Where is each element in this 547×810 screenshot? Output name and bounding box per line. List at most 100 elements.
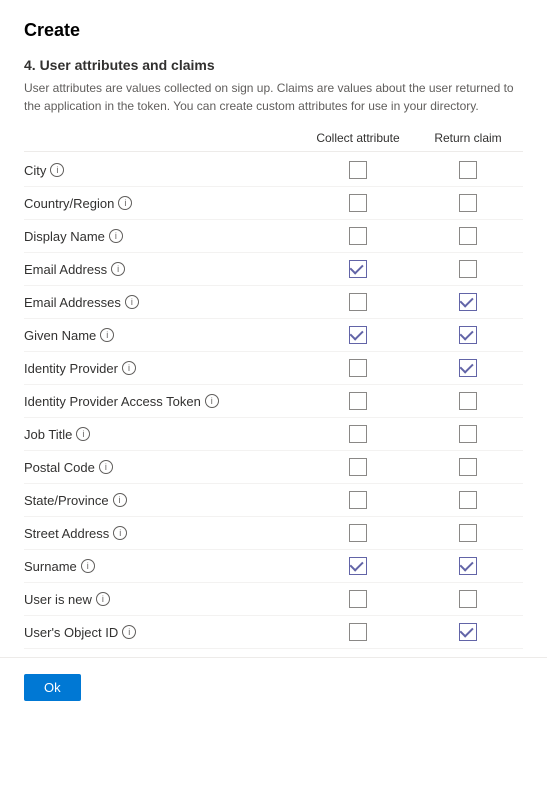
- table-row: Given Namei: [24, 319, 523, 352]
- return-checkbox-cell: [413, 590, 523, 608]
- collect-checkbox-cell: [303, 359, 413, 377]
- info-icon[interactable]: i: [50, 163, 64, 177]
- return-checkbox[interactable]: [459, 392, 477, 410]
- info-icon[interactable]: i: [81, 559, 95, 573]
- collect-checkbox-cell: [303, 590, 413, 608]
- table-row: Country/Regioni: [24, 187, 523, 220]
- collect-checkbox[interactable]: [349, 491, 367, 509]
- return-checkbox[interactable]: [459, 359, 477, 377]
- attribute-name: State/Provincei: [24, 493, 303, 508]
- info-icon[interactable]: i: [113, 526, 127, 540]
- collect-checkbox-cell: [303, 524, 413, 542]
- table-row: Job Titlei: [24, 418, 523, 451]
- return-checkbox[interactable]: [459, 458, 477, 476]
- collect-checkbox-cell: [303, 326, 413, 344]
- info-icon[interactable]: i: [125, 295, 139, 309]
- table-row: Identity Provider Access Tokeni: [24, 385, 523, 418]
- attribute-name: Surnamei: [24, 559, 303, 574]
- return-checkbox[interactable]: [459, 491, 477, 509]
- table-row: Email Addressesi: [24, 286, 523, 319]
- ok-button[interactable]: Ok: [24, 674, 81, 701]
- info-icon[interactable]: i: [122, 625, 136, 639]
- table-row: User's Object IDi: [24, 616, 523, 649]
- attribute-name: Street Addressi: [24, 526, 303, 541]
- table-row: Street Addressi: [24, 517, 523, 550]
- return-checkbox-cell: [413, 260, 523, 278]
- table-row: Postal Codei: [24, 451, 523, 484]
- section-title: 4. User attributes and claims: [24, 57, 523, 73]
- return-checkbox-cell: [413, 458, 523, 476]
- return-checkbox[interactable]: [459, 260, 477, 278]
- return-checkbox-cell: [413, 227, 523, 245]
- collect-checkbox[interactable]: [349, 326, 367, 344]
- attribute-name: User's Object IDi: [24, 625, 303, 640]
- return-checkbox-cell: [413, 623, 523, 641]
- collect-checkbox[interactable]: [349, 425, 367, 443]
- return-checkbox[interactable]: [459, 623, 477, 641]
- attribute-name: Identity Provider Access Tokeni: [24, 394, 303, 409]
- collect-checkbox[interactable]: [349, 392, 367, 410]
- return-checkbox-cell: [413, 425, 523, 443]
- return-checkbox[interactable]: [459, 227, 477, 245]
- collect-checkbox-cell: [303, 425, 413, 443]
- info-icon[interactable]: i: [122, 361, 136, 375]
- info-icon[interactable]: i: [96, 592, 110, 606]
- attribute-name: Given Namei: [24, 328, 303, 343]
- collect-checkbox[interactable]: [349, 227, 367, 245]
- collect-checkbox-cell: [303, 293, 413, 311]
- info-icon[interactable]: i: [118, 196, 132, 210]
- collect-checkbox-cell: [303, 623, 413, 641]
- return-checkbox[interactable]: [459, 524, 477, 542]
- col-header-return: Return claim: [413, 131, 523, 145]
- collect-checkbox-cell: [303, 491, 413, 509]
- return-checkbox[interactable]: [459, 293, 477, 311]
- return-checkbox-cell: [413, 293, 523, 311]
- collect-checkbox[interactable]: [349, 557, 367, 575]
- collect-checkbox[interactable]: [349, 524, 367, 542]
- col-header-collect: Collect attribute: [303, 131, 413, 145]
- return-checkbox[interactable]: [459, 161, 477, 179]
- return-checkbox[interactable]: [459, 557, 477, 575]
- attribute-name: Display Namei: [24, 229, 303, 244]
- return-checkbox-cell: [413, 194, 523, 212]
- collect-checkbox[interactable]: [349, 260, 367, 278]
- info-icon[interactable]: i: [76, 427, 90, 441]
- return-checkbox[interactable]: [459, 194, 477, 212]
- collect-checkbox[interactable]: [349, 458, 367, 476]
- info-icon[interactable]: i: [205, 394, 219, 408]
- return-checkbox-cell: [413, 524, 523, 542]
- return-checkbox[interactable]: [459, 590, 477, 608]
- table-row: Display Namei: [24, 220, 523, 253]
- attribute-name: Email Addressi: [24, 262, 303, 277]
- return-checkbox[interactable]: [459, 326, 477, 344]
- section-description: User attributes are values collected on …: [24, 79, 523, 115]
- collect-checkbox[interactable]: [349, 293, 367, 311]
- info-icon[interactable]: i: [113, 493, 127, 507]
- table-row: State/Provincei: [24, 484, 523, 517]
- collect-checkbox[interactable]: [349, 161, 367, 179]
- attribute-name: Country/Regioni: [24, 196, 303, 211]
- return-checkbox-cell: [413, 392, 523, 410]
- collect-checkbox-cell: [303, 392, 413, 410]
- collect-checkbox-cell: [303, 227, 413, 245]
- info-icon[interactable]: i: [100, 328, 114, 342]
- collect-checkbox[interactable]: [349, 194, 367, 212]
- info-icon[interactable]: i: [109, 229, 123, 243]
- info-icon[interactable]: i: [111, 262, 125, 276]
- table-row: Cityi: [24, 154, 523, 187]
- collect-checkbox[interactable]: [349, 359, 367, 377]
- collect-checkbox[interactable]: [349, 623, 367, 641]
- collect-checkbox-cell: [303, 260, 413, 278]
- attribute-name: Identity Provideri: [24, 361, 303, 376]
- return-checkbox-cell: [413, 326, 523, 344]
- collect-checkbox-cell: [303, 161, 413, 179]
- return-checkbox-cell: [413, 557, 523, 575]
- return-checkbox[interactable]: [459, 425, 477, 443]
- info-icon[interactable]: i: [99, 460, 113, 474]
- collect-checkbox[interactable]: [349, 590, 367, 608]
- table-row: User is newi: [24, 583, 523, 616]
- footer: Ok: [0, 657, 547, 717]
- attribute-name: Email Addressesi: [24, 295, 303, 310]
- table-row: Email Addressi: [24, 253, 523, 286]
- attribute-name: User is newi: [24, 592, 303, 607]
